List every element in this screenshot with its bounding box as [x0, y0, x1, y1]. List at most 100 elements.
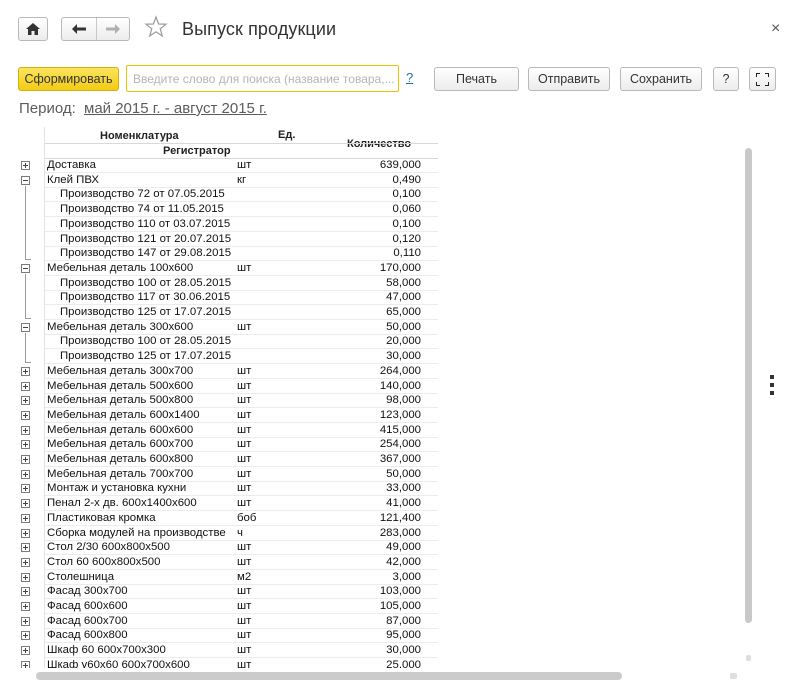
expand-icon[interactable]	[21, 484, 30, 494]
row-name: Мебельная деталь 500х800	[47, 394, 194, 407]
save-button[interactable]: Сохранить	[620, 67, 702, 91]
report-detail-row[interactable]: Производство 100 от 28.05.2015 20,000	[18, 334, 448, 350]
row-quantity: 123,000	[379, 408, 421, 421]
collapse-icon[interactable]	[21, 263, 30, 273]
report-group-row[interactable]: Доставка шт 639,000	[18, 158, 448, 173]
expand-icon[interactable]	[21, 587, 30, 597]
report-group-row[interactable]: Стол 60 600х800х500 шт 42,000	[18, 555, 448, 570]
report-group-row[interactable]: Фасад 600х600 шт 105,000	[18, 599, 448, 614]
report-group-row[interactable]: Шкаф у60х60 600х700х600 шт 25,000	[18, 658, 448, 668]
expand-icon[interactable]	[21, 381, 30, 391]
row-name: Мебельная деталь 700х700	[47, 467, 194, 480]
report-detail-row[interactable]: Производство 125 от 17.07.2015 65,000	[18, 305, 448, 320]
report-detail-row[interactable]: Производство 121 от 20.07.2015 0,120	[18, 232, 448, 247]
arrow-left-icon	[71, 24, 86, 34]
row-quantity: 140,000	[379, 379, 421, 392]
report-group-row[interactable]: Мебельная деталь 700х700 шт 50,000	[18, 467, 448, 482]
row-unit: шт	[237, 497, 252, 510]
home-button[interactable]	[18, 17, 48, 41]
report-group-row[interactable]: Мебельная деталь 500х800 шт 98,000	[18, 393, 448, 409]
row-name: Мебельная деталь 600х800	[47, 453, 194, 465]
expand-icon[interactable]	[21, 616, 30, 626]
report-group-row[interactable]: Мебельная деталь 600х800 шт 367,000	[18, 452, 448, 467]
vertical-scroll-end[interactable]	[746, 655, 751, 661]
report-group-row[interactable]: Пенал 2-х дв. 600х1400х600 шт 41,000	[18, 496, 448, 512]
row-quantity: 20,000	[386, 335, 421, 348]
expand-icon[interactable]	[21, 557, 30, 567]
arrow-right-icon	[105, 24, 120, 34]
expand-icon[interactable]	[21, 396, 30, 406]
report-detail-row[interactable]: Производство 147 от 29.08.2015 0,110	[18, 246, 448, 262]
report-group-row[interactable]: Стол 2/30 600х800х500 шт 49,000	[18, 540, 448, 556]
report-group-row[interactable]: Пластиковая кромка боб 121,400	[18, 511, 448, 526]
report-detail-row[interactable]: Производство 117 от 30.06.2015 47,000	[18, 290, 448, 306]
row-name: Шкаф у60х60 600х700х600	[47, 658, 190, 668]
expand-icon[interactable]	[21, 469, 30, 479]
row-quantity: 50,000	[386, 320, 421, 333]
search-input[interactable]: Введите слово для поиска (название товар…	[126, 65, 399, 92]
report-detail-row[interactable]: Производство 74 от 11.05.2015 0,060	[18, 202, 448, 218]
period-value-link[interactable]: май 2015 г. - август 2015 г.	[84, 100, 267, 117]
expand-icon[interactable]	[21, 602, 30, 611]
fullscreen-button[interactable]	[749, 67, 776, 91]
expand-icon[interactable]	[21, 410, 30, 420]
report-group-row[interactable]: Мебельная деталь 300х700 шт 264,000	[18, 364, 448, 379]
report-group-row[interactable]: Мебельная деталь 100х600 шт 170,000	[18, 261, 448, 276]
report-detail-row[interactable]: Производство 72 от 07.05.2015 0,100	[18, 187, 448, 203]
expand-icon[interactable]	[21, 440, 30, 450]
send-button[interactable]: Отправить	[528, 67, 610, 91]
forward-button[interactable]	[95, 18, 130, 40]
report-group-row[interactable]: Фасад 600х700 шт 87,000	[18, 614, 448, 629]
report-group-row[interactable]: Мебельная деталь 300х600 шт 50,000	[18, 320, 448, 335]
row-unit: шт	[237, 644, 252, 657]
row-quantity: 95,000	[386, 629, 421, 642]
title-bar: Выпуск продукции ×	[0, 0, 800, 62]
expand-icon[interactable]	[21, 455, 30, 464]
expand-icon[interactable]	[21, 631, 30, 641]
more-vertical-icon[interactable]	[768, 375, 776, 401]
report-group-row[interactable]: Шкаф 60 600х700х300 шт 30,000	[18, 643, 448, 659]
vertical-scrollbar[interactable]	[745, 148, 752, 623]
horizontal-scrollbar[interactable]	[36, 672, 622, 680]
horizontal-scroll-end[interactable]	[730, 673, 737, 679]
row-name: Клей ПВХ	[47, 173, 100, 186]
print-button[interactable]: Печать	[434, 67, 519, 91]
expand-icon[interactable]	[21, 646, 30, 656]
row-unit: шт	[237, 600, 252, 612]
report-group-row[interactable]: Столешница м2 3,000	[18, 570, 448, 585]
close-icon[interactable]: ×	[771, 20, 787, 37]
report-group-row[interactable]: Мебельная деталь 500х600 шт 140,000	[18, 379, 448, 394]
row-name: Производство 117 от 30.06.2015	[60, 291, 231, 304]
report-group-row[interactable]: Фасад 300х700 шт 103,000	[18, 584, 448, 600]
search-help-link[interactable]: ?	[406, 70, 413, 85]
expand-icon[interactable]	[21, 499, 30, 509]
expand-icon[interactable]	[21, 572, 30, 582]
row-quantity: 41,000	[386, 497, 421, 510]
report-detail-row[interactable]: Производство 110 от 03.07.2015 0,100	[18, 217, 448, 232]
star-icon[interactable]	[144, 15, 168, 39]
report-group-row[interactable]: Мебельная деталь 600х1400 шт 123,000	[18, 408, 448, 423]
collapse-icon[interactable]	[21, 322, 30, 332]
report-group-row[interactable]: Клей ПВХ кг 0,490	[18, 173, 448, 188]
expand-icon[interactable]	[21, 660, 30, 668]
collapse-icon[interactable]	[21, 175, 30, 185]
report-group-row[interactable]: Фасад 600х800 шт 95,000	[18, 628, 448, 644]
row-name: Производство 125 от 17.07.2015	[60, 306, 232, 318]
expand-icon[interactable]	[21, 161, 30, 170]
fullscreen-icon	[756, 72, 769, 86]
report-group-row[interactable]: Мебельная деталь 600х700 шт 254,000	[18, 437, 448, 453]
report-detail-row[interactable]: Производство 125 от 17.07.2015 30,000	[18, 349, 448, 365]
expand-icon[interactable]	[21, 366, 30, 376]
report-group-row[interactable]: Сборка модулей на производстве ч 283,000	[18, 526, 448, 541]
expand-icon[interactable]	[21, 528, 30, 538]
back-button[interactable]	[62, 18, 96, 40]
expand-icon[interactable]	[21, 543, 30, 553]
help-button[interactable]: ?	[713, 67, 739, 91]
report-group-row[interactable]: Монтаж и установка кухни шт 33,000	[18, 481, 448, 497]
row-name: Производство 147 от 29.08.2015	[60, 247, 232, 260]
expand-icon[interactable]	[21, 513, 30, 523]
expand-icon[interactable]	[21, 425, 30, 435]
report-detail-row[interactable]: Производство 100 от 28.05.2015 58,000	[18, 276, 448, 291]
generate-button[interactable]: Сформировать	[18, 67, 119, 91]
report-group-row[interactable]: Мебельная деталь 600х600 шт 415,000	[18, 423, 448, 438]
